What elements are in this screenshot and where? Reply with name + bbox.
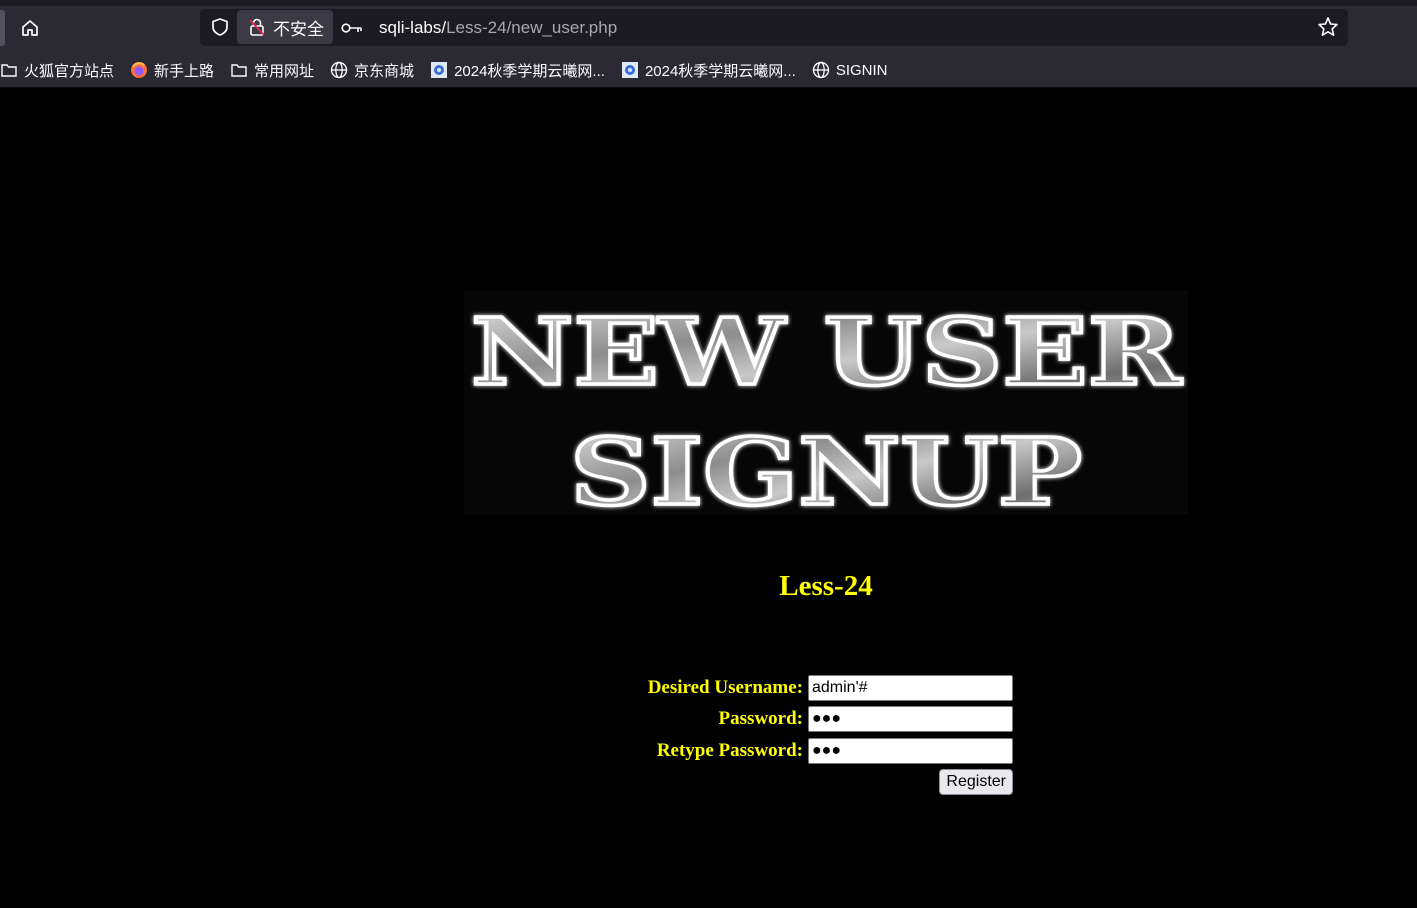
insecure-lock-icon: [247, 17, 267, 37]
security-label: 不安全: [273, 19, 324, 40]
bookmark-label: 京东商城: [354, 62, 415, 80]
password-row: Password: ●●●: [560, 704, 1013, 736]
shield-icon: [212, 18, 228, 36]
retype-password-input[interactable]: ●●●: [808, 737, 1013, 764]
retype-password-label: Retype Password:: [656, 739, 803, 761]
bookmark-star-button[interactable]: [1316, 15, 1340, 39]
key-icon: [341, 23, 362, 33]
page-content: NEW USER SIGNUP Less-24 Desired Username…: [0, 88, 1417, 908]
site-security-button[interactable]: 不安全: [237, 10, 333, 44]
url-bar[interactable]: 不安全 sqli-labs/Less-24/new_user.php: [200, 9, 1348, 46]
site-favicon: [430, 61, 448, 79]
tab-stub[interactable]: [0, 10, 5, 46]
username-input[interactable]: admin'#: [808, 674, 1013, 701]
tracking-protection-button[interactable]: [208, 15, 232, 39]
star-icon: [1318, 17, 1338, 36]
globe-icon: [330, 61, 348, 79]
bookmark-label: 2024秋季学期云曦网...: [644, 62, 796, 80]
bookmark-label: 常用网址: [254, 62, 315, 80]
bookmark-item[interactable]: 常用网址: [230, 57, 322, 83]
url-text[interactable]: sqli-labs/Less-24/new_user.php: [379, 17, 617, 39]
firefox-icon: [130, 61, 148, 79]
username-row: Desired Username: admin'#: [560, 672, 1013, 704]
bookmark-item[interactable]: SIGNIN: [812, 57, 896, 83]
bookmark-item[interactable]: 京东商城: [330, 57, 422, 83]
username-label: Desired Username:: [647, 676, 803, 698]
password-label: Password:: [718, 708, 803, 730]
signup-form: Desired Username: admin'# Password: ●●● …: [560, 672, 1013, 798]
globe-icon: [812, 61, 830, 79]
banner-line-2: SIGNUP: [570, 418, 1082, 514]
browser-chrome: 不安全 sqli-labs/Less-24/new_user.php 火狐官方站…: [0, 0, 1417, 88]
url-host: sqli-labs/: [379, 18, 447, 37]
bookmark-label: SIGNIN: [835, 61, 888, 79]
bookmark-label: 2024秋季学期云曦网...: [454, 62, 605, 80]
bookmark-item[interactable]: 2024秋季学期云曦网...: [621, 57, 804, 83]
retype-password-row: Retype Password: ●●●: [560, 735, 1013, 767]
register-row: Register: [560, 767, 1013, 799]
password-input[interactable]: ●●●: [808, 706, 1013, 733]
tab-strip: [0, 0, 1417, 6]
register-button[interactable]: Register: [939, 769, 1013, 796]
bookmark-item[interactable]: 新手上路: [130, 57, 222, 83]
bookmark-item[interactable]: 火狐官方站点: [0, 57, 122, 83]
password-key-button[interactable]: [341, 17, 363, 39]
url-path: Less-24/new_user.php: [446, 18, 618, 37]
home-icon: [22, 20, 38, 36]
folder-icon: [0, 61, 18, 79]
bookmark-label: 新手上路: [154, 62, 215, 80]
bookmark-item[interactable]: 2024秋季学期云曦网...: [430, 57, 613, 83]
site-favicon: [621, 61, 639, 79]
folder-icon: [230, 61, 248, 79]
bookmarks-toolbar: 火狐官方站点 新手上路 常用网址 京东商城 2024秋季学期云曦网... 202…: [0, 56, 904, 84]
signup-banner-image: NEW USER SIGNUP: [464, 290, 1188, 514]
home-button[interactable]: [14, 12, 46, 44]
banner-line-1: NEW USER: [471, 298, 1182, 406]
bookmark-label: 火狐官方站点: [24, 62, 115, 80]
page-title: Less-24: [779, 570, 873, 602]
